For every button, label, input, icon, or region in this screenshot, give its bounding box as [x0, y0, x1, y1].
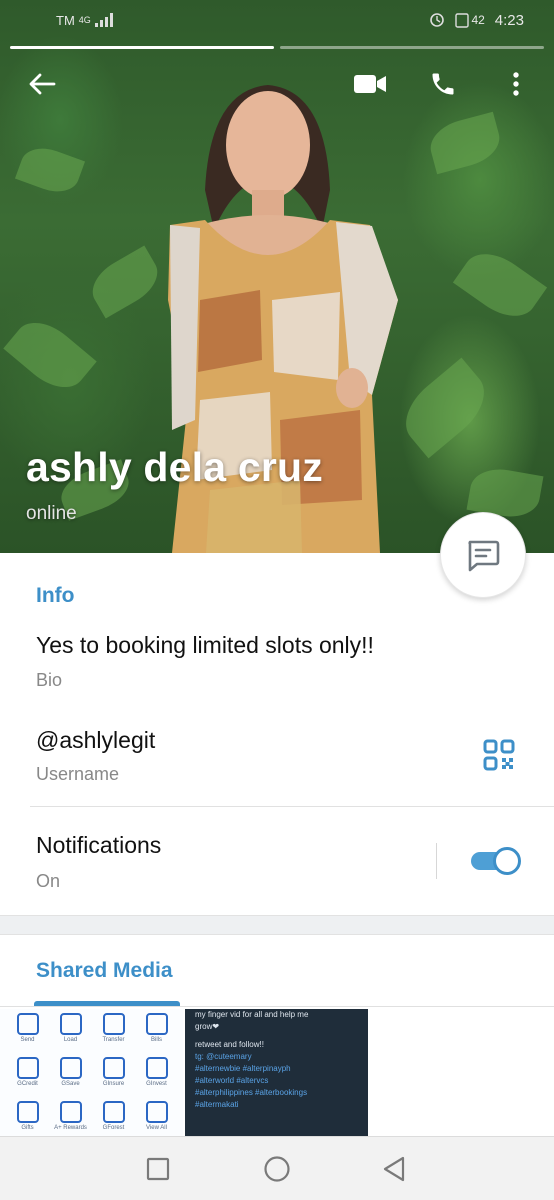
profile-name: ashly dela cruz: [26, 444, 323, 490]
thumbnail-grid-label: Load: [63, 1037, 78, 1043]
carrier-label: TM: [56, 12, 75, 28]
battery-icon: [455, 13, 470, 28]
thumbnail-grid-label: GSave: [61, 1081, 80, 1087]
send-message-button[interactable]: [440, 512, 526, 598]
info-section-title: Info: [36, 584, 75, 607]
clock-label: 4:23: [494, 11, 524, 29]
shared-media-tab[interactable]: Shared Media: [36, 959, 173, 983]
thumbnail-grid-item: Load: [49, 1009, 92, 1049]
thumbnail-grid-item: GInsure: [92, 1053, 135, 1093]
thumbnail-grid-label: Bills: [150, 1037, 162, 1043]
thumbnail-grid-item: GCredit: [6, 1053, 49, 1093]
home-button[interactable]: [259, 1151, 295, 1187]
app-shortcut-icon: [16, 1013, 39, 1035]
divider: [30, 806, 554, 807]
thumbnail-grid-label: GCredit: [17, 1081, 38, 1087]
media-thumbnail[interactable]: Send Load Transfer Bills GCredit GSave GInsure…: [0, 1009, 183, 1136]
back-triangle-icon: [383, 1156, 405, 1182]
notifications-text[interactable]: Notifications: [36, 832, 161, 859]
tab-divider: [0, 1006, 554, 1007]
username-label: Username: [36, 764, 120, 784]
network-label: 4G: [78, 15, 91, 25]
thumbnail-grid-label: A+ Rewards: [54, 1125, 87, 1131]
app-shortcut-icon: [102, 1101, 125, 1123]
nav-back-button[interactable]: [376, 1151, 412, 1187]
thumbnail-grid-item: GSave: [49, 1053, 92, 1093]
thumbnail-grid-item: GForest: [92, 1097, 135, 1136]
video-call-button[interactable]: [348, 62, 392, 106]
story-segment: [10, 46, 274, 49]
phone-icon: [432, 73, 454, 95]
app-shortcut-icon: [59, 1013, 82, 1035]
thumbnail-grid-label: GInsure: [102, 1081, 125, 1087]
thumbnail-grid-item: Bills: [135, 1009, 178, 1049]
qr-code-icon: [483, 739, 515, 771]
back-arrow-icon: [29, 73, 56, 95]
thumbnail-grid-label: Send: [20, 1037, 35, 1043]
media-thumbnail[interactable]: my finger vid for all and help me grow❤ re…: [185, 1009, 368, 1136]
vertical-divider: [436, 843, 437, 879]
thumbnail-grid-item: View All: [135, 1097, 178, 1136]
more-options-button[interactable]: [494, 62, 538, 106]
more-vert-icon: [513, 72, 519, 96]
bio-label: Bio: [36, 670, 63, 690]
alarm-icon: [430, 13, 445, 27]
tweet-line: #alterphilippines #alterbookings: [195, 1088, 308, 1097]
thumbnail-grid-item: Transfer: [92, 1009, 135, 1049]
video-call-icon: [354, 75, 386, 93]
thumbnail-grid-item: GInvest: [135, 1053, 178, 1093]
thumbnail-grid-label: GForest: [102, 1125, 125, 1131]
tweet-line: my finger vid for all and help me: [195, 1010, 309, 1019]
recents-button[interactable]: [140, 1151, 176, 1187]
section-separator: [0, 915, 554, 935]
notifications-toggle[interactable]: [469, 845, 523, 877]
app-shortcut-icon: [59, 1057, 82, 1079]
recents-square-icon: [146, 1157, 170, 1181]
app-shortcut-icon: [102, 1013, 125, 1035]
signal-icon: [94, 13, 113, 27]
online-status: online: [26, 503, 77, 524]
thumbnail-grid-item: A+ Rewards: [49, 1097, 92, 1136]
story-segment: [280, 46, 544, 49]
app-shortcut-icon: [102, 1057, 125, 1079]
qr-code-button[interactable]: [483, 739, 515, 771]
username-text[interactable]: @ashlylegit: [36, 727, 155, 754]
home-circle-icon: [264, 1156, 290, 1182]
thumbnail-grid-label: View All: [146, 1125, 167, 1131]
app-shortcut-icon: [16, 1101, 39, 1123]
tweet-line: tg: @cuteemary: [195, 1052, 252, 1061]
profile-photo[interactable]: TM 4G 42 4:23 ashly dela cruz online: [0, 0, 554, 553]
app-shortcut-icon: [145, 1013, 168, 1035]
back-button[interactable]: [20, 62, 64, 106]
app-shortcut-icon: [16, 1057, 39, 1079]
story-progress: [10, 46, 544, 49]
app-shortcut-icon: [145, 1057, 168, 1079]
tweet-line: grow❤: [195, 1022, 220, 1031]
thumbnail-grid-label: Gifts: [21, 1125, 34, 1131]
message-icon: [468, 540, 500, 572]
toggle-knob: [493, 847, 521, 875]
thumbnail-grid-item: Gifts: [6, 1097, 49, 1136]
tweet-line: retweet and follow!!: [195, 1040, 264, 1049]
thumbnail-tweet-text: my finger vid for all and help me grow❤ re…: [195, 1009, 363, 1111]
notifications-state-label: On: [36, 871, 61, 891]
bio-text[interactable]: Yes to booking limited slots only!!: [36, 632, 374, 659]
thumbnail-grid-item: Send: [6, 1009, 49, 1049]
thumbnail-grid-label: Transfer: [102, 1037, 125, 1043]
status-bar: TM 4G 42 4:23: [0, 0, 554, 40]
tweet-line: #alternewbie #alterpinayph: [195, 1064, 291, 1073]
top-action-bar: [0, 62, 554, 108]
thumbnail-grid-label: GInvest: [146, 1081, 167, 1087]
tweet-line: #alterworld #altervcs: [195, 1076, 269, 1085]
voice-call-button[interactable]: [421, 62, 465, 106]
battery-label: 42: [471, 13, 485, 27]
system-nav-bar: [0, 1136, 554, 1200]
app-shortcut-icon: [145, 1101, 168, 1123]
thumbnail-icon-grid: Send Load Transfer Bills GCredit GSave GInsure…: [6, 1009, 178, 1136]
app-shortcut-icon: [59, 1101, 82, 1123]
tweet-line: #altermakati: [195, 1100, 239, 1109]
